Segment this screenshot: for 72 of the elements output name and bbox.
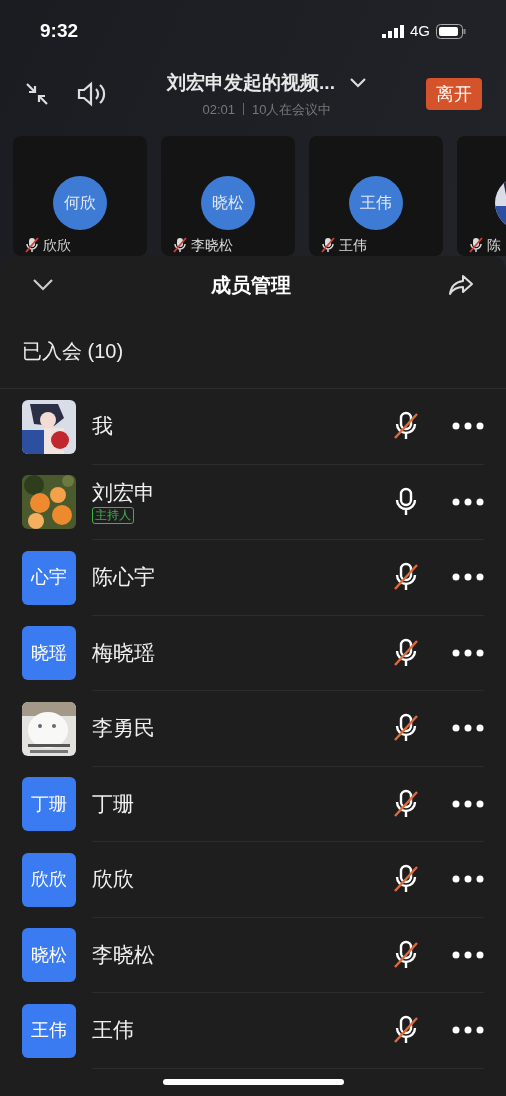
mic-muted-icon[interactable]	[392, 1015, 420, 1046]
more-icon[interactable]	[452, 724, 484, 733]
more-icon[interactable]	[452, 1026, 484, 1035]
mic-muted-icon	[321, 237, 335, 253]
status-time: 9:32	[40, 18, 79, 43]
tile-name: 欣欣	[43, 237, 71, 253]
more-icon[interactable]	[452, 799, 484, 808]
video-tile[interactable]: 晓松 李晓松	[161, 136, 295, 256]
battery-icon	[436, 23, 466, 39]
minimize-icon[interactable]	[24, 81, 50, 107]
leave-button[interactable]: 离开	[426, 78, 482, 110]
call-duration: 02:01	[202, 100, 236, 119]
avatar: 王伟	[349, 176, 403, 230]
mic-muted-icon[interactable]	[392, 864, 420, 895]
participant-count: 10人在会议中	[252, 100, 332, 119]
more-icon[interactable]	[452, 422, 484, 431]
mic-muted-icon[interactable]	[392, 562, 420, 593]
mic-muted-icon	[173, 237, 187, 253]
member-name: 李勇民	[92, 715, 155, 742]
avatar: 何欣	[53, 176, 107, 230]
video-tile[interactable]: 何欣 欣欣	[13, 136, 147, 256]
more-icon[interactable]	[452, 573, 484, 582]
collapse-icon[interactable]	[32, 278, 54, 292]
avatar: 晓瑶	[22, 626, 76, 681]
tile-name: 陈	[487, 237, 501, 253]
member-row[interactable]: 欣欣 欣欣	[0, 842, 506, 918]
more-icon[interactable]	[452, 875, 484, 884]
more-icon[interactable]	[452, 950, 484, 959]
mic-muted-icon[interactable]	[392, 713, 420, 744]
avatar: 晓松	[201, 176, 255, 230]
tile-name: 王伟	[339, 237, 367, 253]
member-row[interactable]: 丁珊 丁珊	[0, 766, 506, 842]
avatar: 王伟	[22, 1003, 76, 1058]
mic-muted-icon[interactable]	[392, 411, 420, 442]
tile-name: 李晓松	[191, 237, 233, 253]
member-row[interactable]: 刘宏申 主持人	[0, 464, 506, 540]
member-row[interactable]: 我	[0, 389, 506, 465]
avatar: 欣欣	[22, 852, 76, 907]
network-label: 4G	[410, 20, 430, 41]
share-icon[interactable]	[448, 273, 474, 297]
member-name: 梅晓瑶	[92, 639, 155, 666]
mic-muted-icon	[469, 237, 483, 253]
sheet-title: 成员管理	[211, 273, 291, 298]
mic-muted-icon[interactable]	[392, 788, 420, 819]
host-badge: 主持人	[92, 506, 134, 524]
member-name: 刘宏申	[92, 479, 155, 506]
member-row[interactable]: 晓松 李晓松	[0, 917, 506, 993]
call-title: 刘宏申发起的视频...	[167, 71, 335, 95]
video-tile[interactable]: 陈	[457, 136, 506, 256]
more-icon[interactable]	[452, 648, 484, 657]
member-name: 陈心宇	[92, 564, 155, 591]
video-tile[interactable]: 王伟 王伟	[309, 136, 443, 256]
member-name: 李晓松	[92, 941, 155, 968]
member-name: 我	[92, 413, 113, 440]
mic-muted-icon	[25, 237, 39, 253]
member-row[interactable]: 李勇民	[0, 691, 506, 767]
more-icon[interactable]	[452, 497, 484, 506]
section-heading: 已入会 (10)	[22, 339, 124, 364]
avatar: 丁珊	[22, 777, 76, 832]
member-row[interactable]: 晓瑶 梅晓瑶	[0, 615, 506, 691]
signal-icon	[382, 24, 404, 38]
member-name: 王伟	[92, 1017, 134, 1044]
mic-muted-icon[interactable]	[392, 637, 420, 668]
speaker-icon[interactable]	[76, 80, 108, 108]
member-row[interactable]: 王伟 王伟	[0, 993, 506, 1069]
chevron-down-icon[interactable]	[348, 77, 367, 90]
member-row[interactable]: 心宇 陈心宇	[0, 540, 506, 616]
mic-muted-icon[interactable]	[392, 939, 420, 970]
member-name: 丁珊	[92, 790, 134, 817]
avatar: 心宇	[22, 550, 76, 605]
avatar: 晓松	[22, 928, 76, 983]
member-name: 欣欣	[92, 866, 134, 893]
